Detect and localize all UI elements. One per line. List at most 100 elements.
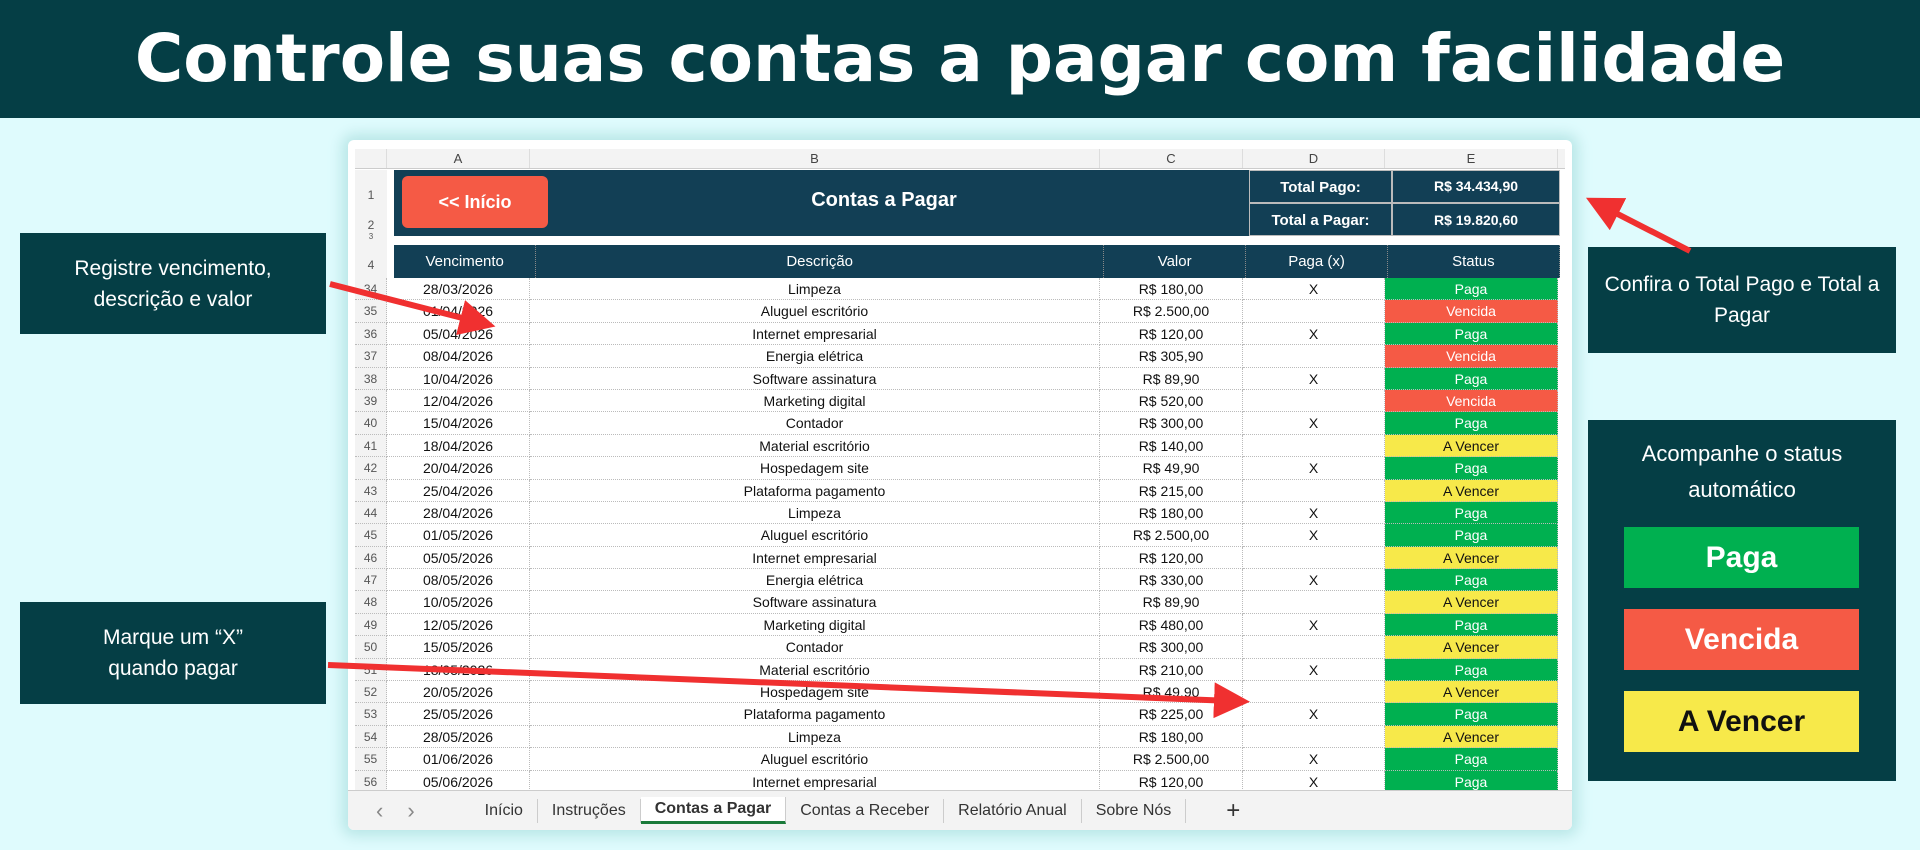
column-header-b[interactable]: B bbox=[530, 149, 1100, 168]
cell-paga[interactable] bbox=[1243, 434, 1385, 458]
row-number[interactable]: 45 bbox=[355, 524, 387, 547]
column-header-d[interactable]: D bbox=[1243, 149, 1385, 168]
cell-valor[interactable]: R$ 300,00 bbox=[1100, 636, 1243, 659]
cell-descricao[interactable]: Aluguel escritório bbox=[530, 524, 1100, 547]
header-paga[interactable]: Paga (x) bbox=[1246, 245, 1388, 278]
cell-paga[interactable]: X bbox=[1243, 703, 1385, 726]
cell-valor[interactable]: R$ 180,00 bbox=[1100, 725, 1243, 749]
cell-vencimento[interactable]: 28/05/2026 bbox=[387, 725, 530, 749]
cell-vencimento[interactable]: 25/05/2026 bbox=[387, 703, 530, 726]
cell-descricao[interactable]: Limpeza bbox=[530, 278, 1100, 301]
cell-vencimento[interactable]: 15/05/2026 bbox=[387, 636, 530, 659]
cell-valor[interactable]: R$ 305,90 bbox=[1100, 345, 1243, 368]
cell-status[interactable]: Vencida bbox=[1385, 345, 1558, 368]
cell-vencimento[interactable]: 10/05/2026 bbox=[387, 591, 530, 614]
prev-sheet-button[interactable]: ‹ bbox=[376, 798, 383, 824]
cell-status[interactable]: Paga bbox=[1385, 322, 1558, 346]
column-header-c[interactable]: C bbox=[1100, 149, 1243, 168]
cell-paga[interactable]: X bbox=[1243, 501, 1385, 525]
cell-valor[interactable]: R$ 49,90 bbox=[1100, 457, 1243, 480]
cell-valor[interactable]: R$ 89,90 bbox=[1100, 367, 1243, 390]
cell-paga[interactable]: X bbox=[1243, 569, 1385, 592]
cell-status[interactable]: Paga bbox=[1385, 658, 1558, 682]
cell-paga[interactable]: X bbox=[1243, 748, 1385, 771]
tab-sobre-nos[interactable]: Sobre Nós bbox=[1082, 798, 1187, 823]
cell-descricao[interactable]: Limpeza bbox=[530, 725, 1100, 749]
cell-valor[interactable]: R$ 120,00 bbox=[1100, 546, 1243, 570]
row-number[interactable]: 35 bbox=[355, 300, 387, 323]
cell-descricao[interactable]: Marketing digital bbox=[530, 613, 1100, 637]
cell-vencimento[interactable]: 01/04/2026 bbox=[387, 300, 530, 323]
column-header-a[interactable]: A bbox=[387, 149, 530, 168]
row-number[interactable]: 39 bbox=[355, 389, 387, 413]
cell-vencimento[interactable]: 05/04/2026 bbox=[387, 322, 530, 346]
row-number[interactable]: 48 bbox=[355, 591, 387, 614]
cell-descricao[interactable]: Internet empresarial bbox=[530, 322, 1100, 346]
cell-descricao[interactable]: Software assinatura bbox=[530, 367, 1100, 390]
row-number[interactable]: 43 bbox=[355, 479, 387, 502]
cell-vencimento[interactable]: 05/05/2026 bbox=[387, 546, 530, 570]
row-number[interactable]: 4 bbox=[355, 258, 387, 272]
row-number[interactable]: 40 bbox=[355, 412, 387, 435]
cell-status[interactable]: A Vencer bbox=[1385, 636, 1558, 659]
cell-paga[interactable] bbox=[1243, 345, 1385, 368]
cell-paga[interactable] bbox=[1243, 479, 1385, 502]
cell-vencimento[interactable]: 15/04/2026 bbox=[387, 412, 530, 435]
row-number[interactable]: 34 bbox=[355, 278, 387, 301]
cell-status[interactable]: Paga bbox=[1385, 613, 1558, 637]
cell-vencimento[interactable]: 25/04/2026 bbox=[387, 479, 530, 502]
row-number[interactable]: 3 bbox=[355, 232, 387, 241]
tab-contas-a-receber[interactable]: Contas a Receber bbox=[786, 798, 945, 823]
header-descricao[interactable]: Descrição bbox=[536, 245, 1104, 278]
cell-status[interactable]: Paga bbox=[1385, 748, 1558, 771]
cell-descricao[interactable]: Hospedagem site bbox=[530, 681, 1100, 704]
cell-descricao[interactable]: Limpeza bbox=[530, 501, 1100, 525]
cell-paga[interactable] bbox=[1243, 681, 1385, 704]
cell-vencimento[interactable]: 01/05/2026 bbox=[387, 524, 530, 547]
cell-status[interactable]: Paga bbox=[1385, 457, 1558, 480]
header-valor[interactable]: Valor bbox=[1104, 245, 1247, 278]
cell-valor[interactable]: R$ 215,00 bbox=[1100, 479, 1243, 502]
row-number[interactable]: 46 bbox=[355, 546, 387, 570]
cell-valor[interactable]: R$ 120,00 bbox=[1100, 322, 1243, 346]
cell-paga[interactable]: X bbox=[1243, 412, 1385, 435]
cell-paga[interactable]: X bbox=[1243, 367, 1385, 390]
cell-vencimento[interactable]: 12/05/2026 bbox=[387, 613, 530, 637]
cell-descricao[interactable]: Material escritório bbox=[530, 658, 1100, 682]
cell-descricao[interactable]: Internet empresarial bbox=[530, 546, 1100, 570]
cell-vencimento[interactable]: 12/04/2026 bbox=[387, 389, 530, 413]
cell-descricao[interactable]: Aluguel escritório bbox=[530, 300, 1100, 323]
cell-vencimento[interactable]: 01/06/2026 bbox=[387, 748, 530, 771]
cell-paga[interactable]: X bbox=[1243, 322, 1385, 346]
column-header-e[interactable]: E bbox=[1385, 149, 1558, 168]
cell-paga[interactable]: X bbox=[1243, 613, 1385, 637]
row-number[interactable]: 37 bbox=[355, 345, 387, 368]
cell-status[interactable]: Paga bbox=[1385, 569, 1558, 592]
cell-descricao[interactable]: Software assinatura bbox=[530, 591, 1100, 614]
row-number[interactable]: 53 bbox=[355, 703, 387, 726]
cell-status[interactable]: A Vencer bbox=[1385, 479, 1558, 502]
cell-paga[interactable] bbox=[1243, 591, 1385, 614]
cell-paga[interactable] bbox=[1243, 636, 1385, 659]
cell-valor[interactable]: R$ 2.500,00 bbox=[1100, 524, 1243, 547]
select-all-corner[interactable] bbox=[355, 149, 387, 168]
tab-instrucoes[interactable]: Instruções bbox=[538, 798, 641, 823]
cell-valor[interactable]: R$ 180,00 bbox=[1100, 501, 1243, 525]
cell-valor[interactable]: R$ 2.500,00 bbox=[1100, 748, 1243, 771]
cell-descricao[interactable]: Contador bbox=[530, 412, 1100, 435]
cell-valor[interactable]: R$ 330,00 bbox=[1100, 569, 1243, 592]
cell-paga[interactable]: X bbox=[1243, 457, 1385, 480]
cell-paga[interactable] bbox=[1243, 300, 1385, 323]
cell-descricao[interactable]: Energia elétrica bbox=[530, 569, 1100, 592]
row-number[interactable]: 52 bbox=[355, 681, 387, 704]
cell-valor[interactable]: R$ 300,00 bbox=[1100, 412, 1243, 435]
cell-paga[interactable] bbox=[1243, 389, 1385, 413]
cell-descricao[interactable]: Plataforma pagamento bbox=[530, 703, 1100, 726]
add-sheet-button[interactable]: + bbox=[1226, 797, 1240, 825]
tab-inicio[interactable]: Início bbox=[471, 798, 538, 823]
cell-valor[interactable]: R$ 140,00 bbox=[1100, 434, 1243, 458]
cell-vencimento[interactable]: 08/05/2026 bbox=[387, 569, 530, 592]
row-number[interactable]: 44 bbox=[355, 501, 387, 525]
row-number[interactable]: 47 bbox=[355, 569, 387, 592]
row-number[interactable]: 38 bbox=[355, 367, 387, 390]
